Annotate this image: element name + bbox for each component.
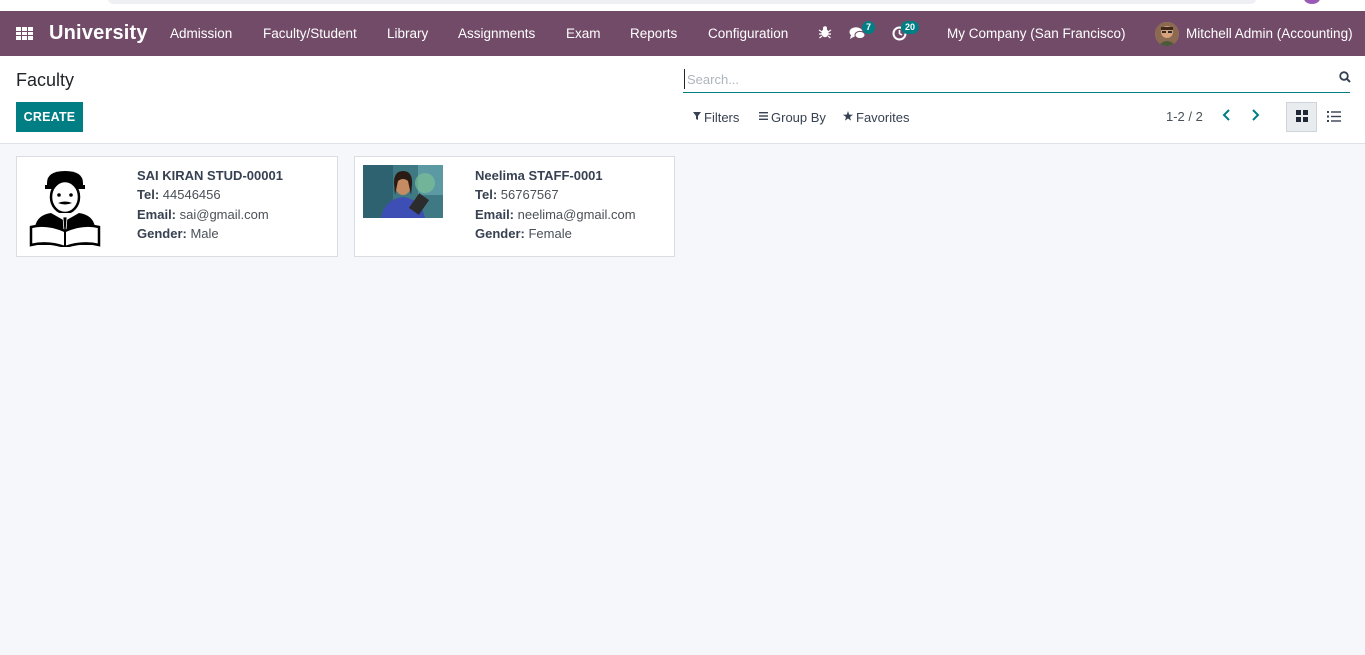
menu-configuration[interactable]: Configuration: [708, 26, 788, 41]
list-view-button[interactable]: [1318, 102, 1349, 132]
gender-label: Gender:: [137, 226, 187, 241]
debug-bug-icon[interactable]: [818, 25, 836, 43]
card-tel: Tel: 56767567: [475, 187, 559, 202]
email-value: sai@gmail.com: [179, 207, 269, 222]
favorites-dropdown[interactable]: Favorites: [843, 110, 909, 125]
browser-chrome: [0, 0, 1365, 11]
menu-reports[interactable]: Reports: [630, 26, 677, 41]
email-label: Email:: [475, 207, 515, 222]
groupby-dropdown[interactable]: Group By: [759, 110, 826, 125]
tel-label: Tel:: [475, 187, 498, 202]
menu-faculty-student[interactable]: Faculty/Student: [263, 26, 357, 41]
list-lines-icon: [1326, 110, 1341, 125]
menu-library[interactable]: Library: [387, 26, 428, 41]
app-brand[interactable]: University: [49, 22, 148, 45]
groupby-label: Group By: [771, 110, 826, 125]
pager-value[interactable]: 1-2 / 2: [1166, 109, 1203, 124]
gender-value: Male: [190, 226, 219, 241]
tel-label: Tel:: [137, 187, 160, 202]
kanban-card[interactable]: Neelima STAFF-0001 Tel: 56767567 Email: …: [354, 156, 675, 257]
tel-value: 44546456: [162, 187, 221, 202]
card-email: Email: sai@gmail.com: [137, 207, 269, 222]
menu-admission[interactable]: Admission: [170, 26, 232, 41]
company-switcher[interactable]: My Company (San Francisco): [947, 26, 1126, 41]
gender-value: Female: [528, 226, 572, 241]
menu-exam[interactable]: Exam: [566, 26, 601, 41]
card-tel: Tel: 44546456: [137, 187, 221, 202]
card-gender: Gender: Female: [475, 226, 572, 241]
browser-address-bar[interactable]: [108, 0, 1256, 4]
kanban-view-button[interactable]: [1286, 102, 1317, 132]
search-icon[interactable]: [1339, 71, 1351, 83]
control-panel: Faculty CREATE Filters Group By Favorite…: [0, 56, 1365, 144]
favorites-label: Favorites: [856, 110, 910, 125]
pager-previous-icon[interactable]: [1221, 108, 1235, 124]
email-label: Email:: [137, 207, 177, 222]
menu-assignments[interactable]: Assignments: [458, 26, 535, 41]
favorites-star-icon: [843, 111, 853, 124]
tel-value: 56767567: [500, 187, 559, 202]
card-name[interactable]: SAI KIRAN STUD-00001: [137, 168, 283, 183]
user-avatar[interactable]: [1155, 22, 1179, 46]
groupby-bars-icon: [759, 112, 768, 123]
user-menu[interactable]: Mitchell Admin (Accounting): [1186, 26, 1353, 41]
page-title: Faculty: [16, 70, 75, 90]
filters-dropdown[interactable]: Filters: [693, 110, 739, 125]
card-name[interactable]: Neelima STAFF-0001: [475, 168, 603, 183]
search-bar: [683, 66, 1351, 93]
email-value: neelima@gmail.com: [517, 207, 636, 222]
messages-badge: 7: [862, 21, 876, 34]
gender-label: Gender:: [475, 226, 525, 241]
create-button[interactable]: CREATE: [16, 102, 83, 132]
activities-badge: 20: [901, 21, 920, 34]
filters-label: Filters: [704, 110, 740, 125]
student-placeholder-icon: [25, 165, 105, 249]
kanban-card[interactable]: SAI KIRAN STUD-00001 Tel: 44546456 Email…: [16, 156, 338, 257]
kanban-grid-icon: [1295, 109, 1308, 125]
apps-menu-icon[interactable]: [16, 27, 33, 40]
filter-funnel-icon: [693, 112, 701, 123]
pager-next-icon[interactable]: [1249, 108, 1263, 124]
top-navbar: University Admission Faculty/Student Lib…: [0, 11, 1365, 56]
search-input[interactable]: [684, 69, 1314, 89]
card-email: Email: neelima@gmail.com: [475, 207, 636, 222]
card-gender: Gender: Male: [137, 226, 219, 241]
browser-profile-icon[interactable]: [1304, 0, 1320, 4]
staff-photo: [363, 165, 443, 218]
